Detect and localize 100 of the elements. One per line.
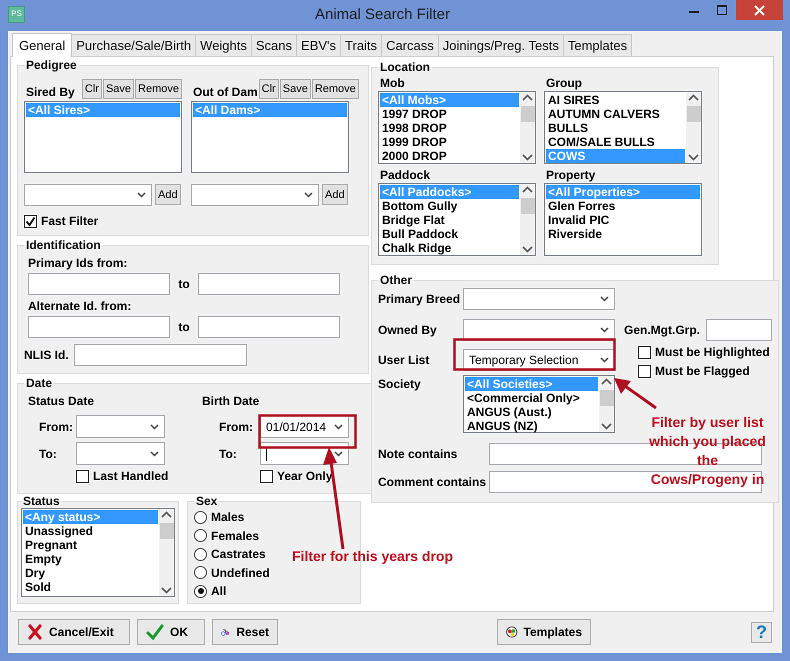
small-button[interactable]: Save: [280, 79, 311, 99]
chevron-icon: [334, 424, 343, 430]
list-item[interactable]: Unassigned: [23, 524, 158, 538]
scrollbar[interactable]: [520, 184, 535, 255]
text-field[interactable]: [28, 316, 170, 338]
dialog-button[interactable]: Cancel/Exit: [18, 619, 130, 645]
dialog-button[interactable]: OK: [137, 619, 205, 645]
tab[interactable]: General: [12, 33, 72, 57]
checkbox[interactable]: [260, 470, 273, 482]
list-item[interactable]: Riverside: [546, 227, 700, 241]
tab[interactable]: Traits: [340, 34, 382, 56]
scrollbar[interactable]: [686, 92, 701, 163]
list-item[interactable]: 1997 DROP: [380, 107, 519, 121]
scroll-thumb[interactable]: [520, 106, 534, 122]
dialog-button[interactable]: Reset: [212, 619, 278, 645]
text-field[interactable]: [198, 273, 340, 295]
text-field[interactable]: [489, 471, 762, 493]
list-item[interactable]: ANGUS (Aust.): [465, 405, 598, 419]
list-item[interactable]: Glen Forres: [546, 199, 700, 213]
list-item[interactable]: Bridge Flat: [380, 213, 519, 227]
add-button[interactable]: Add: [155, 184, 181, 205]
field-label: Paddock: [380, 168, 432, 182]
radio-button[interactable]: [194, 510, 207, 524]
dropdown[interactable]: Temporary Selection: [463, 349, 615, 371]
tab[interactable]: Purchase/Sale/Birth: [71, 34, 196, 56]
cross-icon: [27, 624, 43, 640]
field-label: From:: [218, 420, 254, 434]
chevron-icon: [150, 424, 159, 430]
text-field[interactable]: [74, 344, 247, 366]
field-label: Alternate Id. from:: [28, 299, 132, 313]
tab[interactable]: EBV's: [296, 34, 342, 56]
checkbox-label: Must be Highlighted: [655, 345, 770, 359]
radio-button[interactable]: [194, 548, 207, 561]
field-label: User List: [378, 353, 430, 367]
add-button[interactable]: Add: [322, 184, 348, 205]
small-button[interactable]: Remove: [312, 79, 359, 99]
radio-button[interactable]: [194, 584, 207, 598]
text-field[interactable]: [706, 319, 772, 341]
tab[interactable]: Templates: [562, 34, 632, 56]
list-item[interactable]: Bottom Gully: [380, 199, 519, 213]
list-item[interactable]: Pregnant: [23, 538, 158, 552]
small-button[interactable]: Remove: [135, 79, 182, 99]
close-icon: [754, 4, 765, 16]
tab[interactable]: Carcass: [381, 34, 439, 56]
checkbox[interactable]: [638, 346, 651, 358]
list-item[interactable]: Sold: [23, 580, 158, 594]
tab[interactable]: Scans: [250, 34, 298, 56]
radio-label: Castrates: [211, 547, 266, 562]
small-button[interactable]: Clr: [258, 79, 279, 99]
list-item[interactable]: Dry: [23, 566, 158, 580]
list-item[interactable]: Chalk Ridge: [380, 241, 519, 255]
field-label: Status Date: [28, 394, 96, 408]
group-title: Date: [25, 376, 54, 390]
small-button[interactable]: Save: [102, 79, 134, 99]
scroll-thumb[interactable]: [600, 390, 614, 406]
scrollbar[interactable]: [520, 92, 535, 163]
tab[interactable]: Joinings/Preg. Tests: [438, 34, 564, 56]
list-item[interactable]: 1998 DROP: [380, 121, 519, 135]
radio-label: Females: [211, 528, 260, 543]
close-button[interactable]: [736, 0, 783, 20]
scroll-thumb[interactable]: [686, 106, 700, 122]
list-item[interactable]: COM/SALE BULLS: [546, 135, 685, 149]
scrollbar[interactable]: [599, 376, 614, 432]
checkbox-label: Year Only: [277, 469, 332, 483]
small-button[interactable]: Clr: [82, 79, 102, 99]
list-item[interactable]: AI SIRES: [546, 93, 685, 107]
field-label: Group: [546, 76, 583, 90]
tab[interactable]: Weights: [195, 34, 252, 56]
annotation-text: Filter by user list which you placed the Cows/Progeny in: [648, 413, 767, 489]
scroll-thumb[interactable]: [520, 198, 534, 214]
list-item[interactable]: AUTUMN CALVERS: [546, 107, 685, 121]
radio-button[interactable]: [194, 566, 207, 580]
text-field[interactable]: [198, 316, 340, 338]
list-item[interactable]: Bull Paddock: [380, 227, 519, 241]
list-item[interactable]: 2000 DROP: [380, 149, 519, 163]
checkbox[interactable]: [76, 470, 89, 482]
list-item[interactable]: Empty: [23, 552, 158, 566]
dropdown[interactable]: 01/01/2014: [260, 415, 349, 438]
chevron-icon: [600, 327, 609, 333]
dialog-button[interactable]: Templates: [497, 619, 591, 645]
field-label: Gen.Mgt.Grp.: [624, 323, 700, 337]
list-item[interactable]: ANGUS (NZ): [465, 419, 598, 433]
list-item[interactable]: <Commercial Only>: [465, 391, 598, 405]
list-item[interactable]: Invalid PIC: [546, 213, 700, 227]
maximize-icon: [717, 5, 727, 15]
field-label: Property: [546, 168, 596, 182]
list-item[interactable]: 1999 DROP: [380, 135, 519, 149]
text-field[interactable]: [28, 273, 170, 295]
scroll-thumb[interactable]: [160, 523, 174, 539]
checkbox[interactable]: [638, 364, 651, 378]
dropdown[interactable]: [463, 319, 615, 341]
group-title: Location: [379, 60, 431, 74]
help-button[interactable]: ?: [751, 622, 772, 642]
list-item[interactable]: BULLS: [546, 121, 685, 135]
radio-button[interactable]: [194, 529, 207, 542]
scrollbar[interactable]: [159, 509, 174, 596]
checkbox[interactable]: [24, 214, 37, 228]
arrow: [614, 378, 657, 410]
group-title: Other: [379, 273, 414, 287]
window-title: Animal Search Filter: [314, 5, 452, 23]
